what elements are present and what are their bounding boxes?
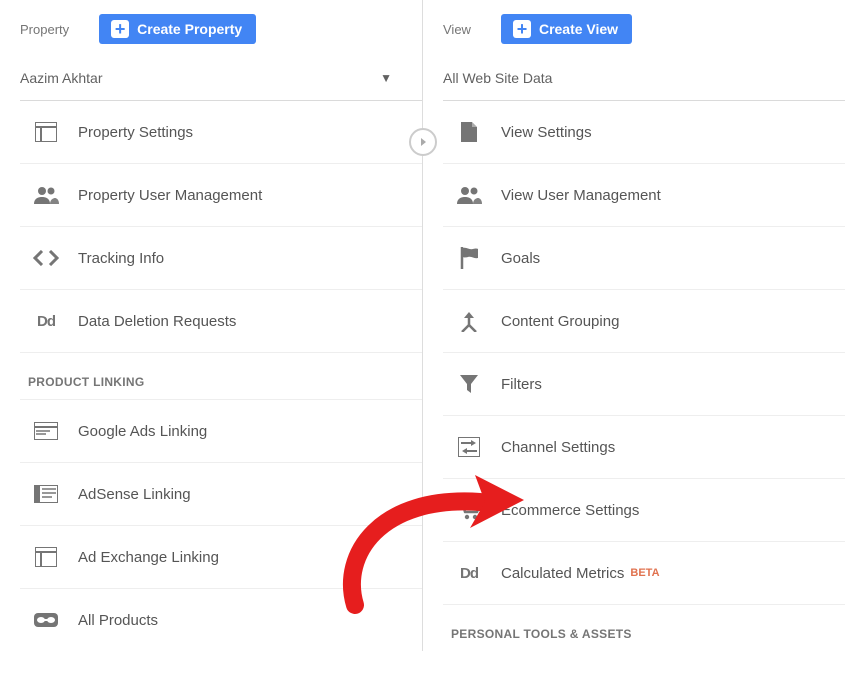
property-settings-item[interactable]: Property Settings [20, 101, 422, 164]
item-label: AdSense Linking [78, 486, 191, 503]
page-icon [455, 121, 483, 143]
property-user-management-item[interactable]: Property User Management [20, 164, 422, 227]
item-label: Ecommerce Settings [501, 502, 639, 519]
create-view-label: Create View [539, 21, 618, 37]
exchange-icon [32, 546, 60, 568]
users-icon [32, 184, 60, 206]
create-property-button[interactable]: + Create Property [99, 14, 256, 44]
google-ads-linking-item[interactable]: Google Ads Linking [20, 400, 422, 463]
create-view-button[interactable]: + Create View [501, 14, 632, 44]
link-icon [32, 609, 60, 631]
content-grouping-item[interactable]: Content Grouping [443, 290, 845, 353]
personal-tools-section: PERSONAL TOOLS & ASSETS [443, 605, 845, 651]
view-selector[interactable]: All Web Site Data [443, 60, 845, 101]
item-label: Property Settings [78, 124, 193, 141]
item-label: Content Grouping [501, 313, 619, 330]
dd-icon: Dd [32, 310, 60, 332]
flag-icon [455, 247, 483, 269]
users-icon [455, 184, 483, 206]
filters-item[interactable]: Filters [443, 353, 845, 416]
property-header-label: Property [20, 22, 69, 37]
adsense-linking-item[interactable]: AdSense Linking [20, 463, 422, 526]
adsense-icon [32, 483, 60, 505]
channel-icon [455, 436, 483, 458]
filter-icon [455, 373, 483, 395]
all-products-item[interactable]: All Products [20, 589, 422, 651]
item-label: Channel Settings [501, 439, 615, 456]
dd-icon: Dd [455, 562, 483, 584]
item-label: Tracking Info [78, 250, 164, 267]
tracking-info-item[interactable]: Tracking Info [20, 227, 422, 290]
code-icon [32, 247, 60, 269]
item-label: View Settings [501, 124, 592, 141]
ads-icon [32, 420, 60, 442]
chevron-down-icon: ▼ [380, 71, 392, 85]
view-header-label: View [443, 22, 471, 37]
property-selector[interactable]: Aazim Akhtar ▼ [20, 60, 422, 101]
item-label: Goals [501, 250, 540, 267]
goals-item[interactable]: Goals [443, 227, 845, 290]
ad-exchange-linking-item[interactable]: Ad Exchange Linking [20, 526, 422, 589]
item-label: Filters [501, 376, 542, 393]
plus-icon: + [513, 20, 531, 38]
item-label: Calculated Metrics [501, 565, 624, 582]
item-label: Property User Management [78, 187, 262, 204]
property-selector-value: Aazim Akhtar [20, 70, 102, 86]
create-property-label: Create Property [137, 21, 242, 37]
ecommerce-settings-item[interactable]: Ecommerce Settings [443, 479, 845, 542]
plus-icon: + [111, 20, 129, 38]
item-label: Google Ads Linking [78, 423, 207, 440]
view-user-management-item[interactable]: View User Management [443, 164, 845, 227]
property-column: Property + Create Property Aazim Akhtar … [0, 0, 422, 651]
view-column: View + Create View All Web Site Data Vie… [422, 0, 845, 651]
expand-handle[interactable] [409, 128, 437, 156]
product-linking-section: PRODUCT LINKING [20, 353, 422, 400]
channel-settings-item[interactable]: Channel Settings [443, 416, 845, 479]
item-label: Ad Exchange Linking [78, 549, 219, 566]
cart-icon [455, 499, 483, 521]
view-selector-value: All Web Site Data [443, 70, 552, 86]
calculated-metrics-item[interactable]: Dd Calculated Metrics BETA [443, 542, 845, 605]
item-label: Data Deletion Requests [78, 313, 236, 330]
data-deletion-item[interactable]: Dd Data Deletion Requests [20, 290, 422, 353]
view-settings-item[interactable]: View Settings [443, 101, 845, 164]
merge-icon [455, 310, 483, 332]
item-label: View User Management [501, 187, 661, 204]
beta-badge: BETA [630, 567, 659, 579]
layout-icon [32, 121, 60, 143]
item-label: All Products [78, 612, 158, 629]
